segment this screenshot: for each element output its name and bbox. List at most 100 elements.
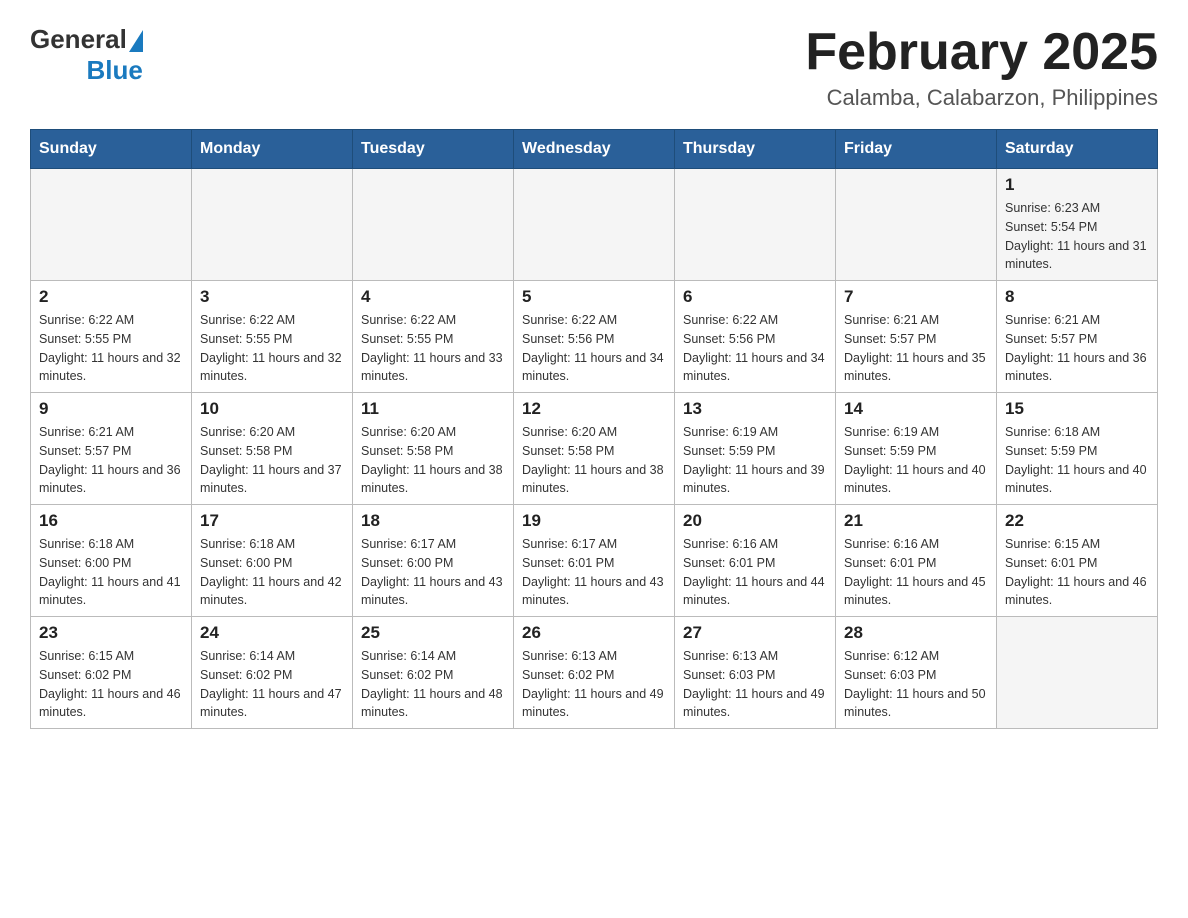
day-info: Sunrise: 6:18 AMSunset: 6:00 PMDaylight:… xyxy=(39,535,183,610)
calendar-week-row: 9 Sunrise: 6:21 AMSunset: 5:57 PMDaylight… xyxy=(31,393,1158,505)
calendar-cell: 1 Sunrise: 6:23 AMSunset: 5:54 PMDaylight… xyxy=(997,169,1158,281)
day-number: 26 xyxy=(522,623,666,643)
day-number: 13 xyxy=(683,399,827,419)
calendar-cell: 7Sunrise: 6:21 AMSunset: 5:57 PMDaylight… xyxy=(836,281,997,393)
calendar-week-row: 2Sunrise: 6:22 AMSunset: 5:55 PMDaylight… xyxy=(31,281,1158,393)
logo-triangle-icon xyxy=(129,30,143,52)
calendar-cell xyxy=(675,169,836,281)
day-info: Sunrise: 6:20 AMSunset: 5:58 PMDaylight:… xyxy=(361,423,505,498)
day-info: Sunrise: 6:17 AMSunset: 6:00 PMDaylight:… xyxy=(361,535,505,610)
day-info: Sunrise: 6:12 AMSunset: 6:03 PMDaylight:… xyxy=(844,647,988,722)
day-number: 27 xyxy=(683,623,827,643)
calendar-cell xyxy=(514,169,675,281)
day-number: 15 xyxy=(1005,399,1149,419)
calendar-header-wednesday: Wednesday xyxy=(514,130,675,169)
logo-general-text: General xyxy=(30,24,127,55)
day-info: Sunrise: 6:20 AMSunset: 5:58 PMDaylight:… xyxy=(522,423,666,498)
calendar-cell: 18 Sunrise: 6:17 AMSunset: 6:00 PMDayligh… xyxy=(353,505,514,617)
calendar-cell: 2Sunrise: 6:22 AMSunset: 5:55 PMDaylight… xyxy=(31,281,192,393)
calendar-cell: 10 Sunrise: 6:20 AMSunset: 5:58 PMDayligh… xyxy=(192,393,353,505)
title-block: February 2025 Calamba, Calabarzon, Phili… xyxy=(805,24,1158,111)
calendar-header-tuesday: Tuesday xyxy=(353,130,514,169)
calendar-cell: 28 Sunrise: 6:12 AMSunset: 6:03 PMDayligh… xyxy=(836,617,997,729)
day-number: 4 xyxy=(361,287,505,307)
subtitle: Calamba, Calabarzon, Philippines xyxy=(805,85,1158,111)
day-info: Sunrise: 6:21 AMSunset: 5:57 PMDaylight:… xyxy=(39,423,183,498)
day-number: 5 xyxy=(522,287,666,307)
calendar-cell: 16 Sunrise: 6:18 AMSunset: 6:00 PMDayligh… xyxy=(31,505,192,617)
main-title: February 2025 xyxy=(805,24,1158,81)
day-info: Sunrise: 6:15 AMSunset: 6:01 PMDaylight:… xyxy=(1005,535,1149,610)
calendar-cell: 17Sunrise: 6:18 AMSunset: 6:00 PMDayligh… xyxy=(192,505,353,617)
calendar-cell: 3 Sunrise: 6:22 AMSunset: 5:55 PMDaylight… xyxy=(192,281,353,393)
day-number: 3 xyxy=(200,287,344,307)
day-info: Sunrise: 6:19 AMSunset: 5:59 PMDaylight:… xyxy=(844,423,988,498)
day-number: 24 xyxy=(200,623,344,643)
day-info: Sunrise: 6:14 AMSunset: 6:02 PMDaylight:… xyxy=(200,647,344,722)
calendar-week-row: 16 Sunrise: 6:18 AMSunset: 6:00 PMDayligh… xyxy=(31,505,1158,617)
day-info: Sunrise: 6:22 AMSunset: 5:56 PMDaylight:… xyxy=(683,311,827,386)
calendar-cell: 24 Sunrise: 6:14 AMSunset: 6:02 PMDayligh… xyxy=(192,617,353,729)
calendar-cell: 26 Sunrise: 6:13 AMSunset: 6:02 PMDayligh… xyxy=(514,617,675,729)
calendar-week-row: 1 Sunrise: 6:23 AMSunset: 5:54 PMDaylight… xyxy=(31,169,1158,281)
day-number: 1 xyxy=(1005,175,1149,195)
calendar-cell: 6 Sunrise: 6:22 AMSunset: 5:56 PMDaylight… xyxy=(675,281,836,393)
calendar-table: SundayMondayTuesdayWednesdayThursdayFrid… xyxy=(30,129,1158,729)
day-info: Sunrise: 6:23 AMSunset: 5:54 PMDaylight:… xyxy=(1005,199,1149,274)
day-info: Sunrise: 6:16 AMSunset: 6:01 PMDaylight:… xyxy=(683,535,827,610)
day-info: Sunrise: 6:22 AMSunset: 5:55 PMDaylight:… xyxy=(361,311,505,386)
calendar-header-monday: Monday xyxy=(192,130,353,169)
logo-blue-text: Blue xyxy=(86,55,142,86)
calendar-cell: 5 Sunrise: 6:22 AMSunset: 5:56 PMDaylight… xyxy=(514,281,675,393)
calendar-cell xyxy=(997,617,1158,729)
day-number: 28 xyxy=(844,623,988,643)
calendar-cell: 19 Sunrise: 6:17 AMSunset: 6:01 PMDayligh… xyxy=(514,505,675,617)
day-info: Sunrise: 6:21 AMSunset: 5:57 PMDaylight:… xyxy=(844,311,988,386)
calendar-cell: 21Sunrise: 6:16 AMSunset: 6:01 PMDayligh… xyxy=(836,505,997,617)
calendar-cell: 9 Sunrise: 6:21 AMSunset: 5:57 PMDaylight… xyxy=(31,393,192,505)
calendar-cell: 14 Sunrise: 6:19 AMSunset: 5:59 PMDayligh… xyxy=(836,393,997,505)
day-info: Sunrise: 6:16 AMSunset: 6:01 PMDaylight:… xyxy=(844,535,988,610)
calendar-week-row: 23 Sunrise: 6:15 AMSunset: 6:02 PMDayligh… xyxy=(31,617,1158,729)
calendar-cell xyxy=(836,169,997,281)
calendar-cell: 13 Sunrise: 6:19 AMSunset: 5:59 PMDayligh… xyxy=(675,393,836,505)
day-number: 19 xyxy=(522,511,666,531)
day-info: Sunrise: 6:13 AMSunset: 6:03 PMDaylight:… xyxy=(683,647,827,722)
logo: General Blue xyxy=(30,24,143,86)
calendar-header-sunday: Sunday xyxy=(31,130,192,169)
day-number: 8 xyxy=(1005,287,1149,307)
day-info: Sunrise: 6:17 AMSunset: 6:01 PMDaylight:… xyxy=(522,535,666,610)
calendar-cell: 25 Sunrise: 6:14 AMSunset: 6:02 PMDayligh… xyxy=(353,617,514,729)
day-info: Sunrise: 6:21 AMSunset: 5:57 PMDaylight:… xyxy=(1005,311,1149,386)
day-number: 11 xyxy=(361,399,505,419)
calendar-cell: 8 Sunrise: 6:21 AMSunset: 5:57 PMDaylight… xyxy=(997,281,1158,393)
day-info: Sunrise: 6:14 AMSunset: 6:02 PMDaylight:… xyxy=(361,647,505,722)
day-info: Sunrise: 6:22 AMSunset: 5:55 PMDaylight:… xyxy=(200,311,344,386)
day-number: 16 xyxy=(39,511,183,531)
day-number: 25 xyxy=(361,623,505,643)
day-info: Sunrise: 6:13 AMSunset: 6:02 PMDaylight:… xyxy=(522,647,666,722)
day-number: 14 xyxy=(844,399,988,419)
calendar-cell: 27 Sunrise: 6:13 AMSunset: 6:03 PMDayligh… xyxy=(675,617,836,729)
calendar-header-thursday: Thursday xyxy=(675,130,836,169)
day-number: 12 xyxy=(522,399,666,419)
calendar-cell xyxy=(31,169,192,281)
day-number: 10 xyxy=(200,399,344,419)
day-number: 20 xyxy=(683,511,827,531)
day-number: 18 xyxy=(361,511,505,531)
day-number: 9 xyxy=(39,399,183,419)
day-number: 6 xyxy=(683,287,827,307)
calendar-cell: 20 Sunrise: 6:16 AMSunset: 6:01 PMDayligh… xyxy=(675,505,836,617)
page-header: General Blue February 2025 Calamba, Cala… xyxy=(30,24,1158,111)
calendar-cell: 11 Sunrise: 6:20 AMSunset: 5:58 PMDayligh… xyxy=(353,393,514,505)
calendar-cell: 23 Sunrise: 6:15 AMSunset: 6:02 PMDayligh… xyxy=(31,617,192,729)
day-number: 23 xyxy=(39,623,183,643)
day-info: Sunrise: 6:22 AMSunset: 5:55 PMDaylight:… xyxy=(39,311,183,386)
calendar-header-saturday: Saturday xyxy=(997,130,1158,169)
day-info: Sunrise: 6:18 AMSunset: 6:00 PMDaylight:… xyxy=(200,535,344,610)
day-info: Sunrise: 6:20 AMSunset: 5:58 PMDaylight:… xyxy=(200,423,344,498)
calendar-cell: 15Sunrise: 6:18 AMSunset: 5:59 PMDayligh… xyxy=(997,393,1158,505)
day-info: Sunrise: 6:22 AMSunset: 5:56 PMDaylight:… xyxy=(522,311,666,386)
day-info: Sunrise: 6:19 AMSunset: 5:59 PMDaylight:… xyxy=(683,423,827,498)
day-info: Sunrise: 6:15 AMSunset: 6:02 PMDaylight:… xyxy=(39,647,183,722)
